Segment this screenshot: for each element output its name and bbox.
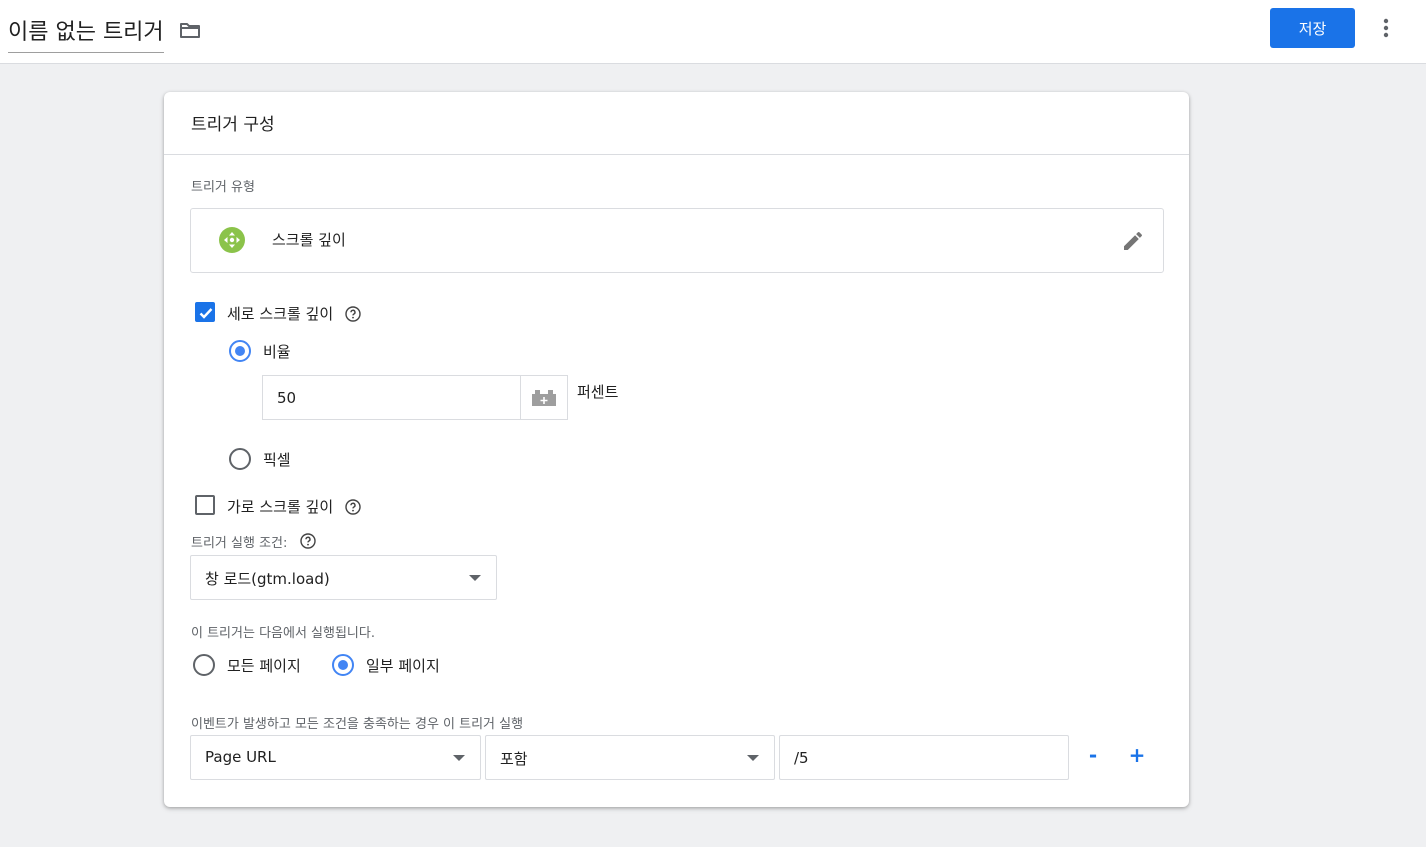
dropdown-caret-icon <box>469 575 481 581</box>
some-pages-radio[interactable] <box>332 654 354 676</box>
help-icon[interactable] <box>345 499 361 515</box>
dropdown-caret-icon <box>453 755 465 761</box>
more-vert-icon[interactable] <box>1374 16 1398 40</box>
condition-variable-value: Page URL <box>205 748 276 766</box>
percent-radio[interactable] <box>229 340 251 362</box>
pixels-radio[interactable] <box>229 448 251 470</box>
fire-on-value: 창 로드(gtm.load) <box>205 570 330 588</box>
fire-on-label: 트리거 실행 조건: <box>191 536 288 551</box>
condition-label: 이벤트가 발생하고 모든 조건을 충족하는 경우 이 트리거 실행 <box>191 717 524 732</box>
insert-variable-button[interactable] <box>521 375 568 420</box>
add-condition-button[interactable]: + <box>1126 744 1148 766</box>
all-pages-radio[interactable] <box>193 654 215 676</box>
fires-on-label: 이 트리거는 다음에서 실행됩니다. <box>191 626 375 641</box>
divider <box>164 154 1189 155</box>
fire-on-select[interactable]: 창 로드(gtm.load) <box>190 555 497 600</box>
all-pages-label: 모든 페이지 <box>227 657 301 675</box>
dropdown-caret-icon <box>747 755 759 761</box>
card-title: 트리거 구성 <box>191 115 275 135</box>
percent-unit-label: 퍼센트 <box>577 383 619 401</box>
horizontal-scroll-label: 가로 스크롤 깊이 <box>227 498 334 516</box>
folder-icon[interactable] <box>178 18 202 42</box>
variable-brick-icon <box>532 390 556 406</box>
trigger-type-selector[interactable]: 스크롤 깊이 <box>190 208 1164 273</box>
top-bar: 이름 없는 트리거 저장 <box>0 0 1426 64</box>
remove-condition-button[interactable]: - <box>1082 744 1104 766</box>
condition-value-input[interactable] <box>779 735 1069 780</box>
trigger-name-field[interactable]: 이름 없는 트리거 <box>8 14 164 53</box>
save-button[interactable]: 저장 <box>1270 8 1355 48</box>
percent-label: 비율 <box>263 343 291 361</box>
edit-pencil-icon[interactable] <box>1121 229 1145 253</box>
condition-variable-select[interactable]: Page URL <box>190 735 481 780</box>
trigger-config-card: 트리거 구성 트리거 유형 스크롤 깊이 세로 스크롤 깊이 비율 50 퍼센트… <box>164 92 1189 807</box>
vertical-scroll-label: 세로 스크롤 깊이 <box>227 305 334 323</box>
some-pages-label: 일부 페이지 <box>366 657 440 675</box>
help-icon[interactable] <box>300 533 316 549</box>
condition-operator-select[interactable]: 포함 <box>485 735 775 780</box>
horizontal-scroll-checkbox[interactable] <box>195 495 215 515</box>
trigger-type-name: 스크롤 깊이 <box>272 231 346 249</box>
condition-operator-value: 포함 <box>500 750 528 768</box>
scroll-depth-icon <box>219 227 245 253</box>
help-icon[interactable] <box>345 306 361 322</box>
pixels-label: 픽셀 <box>263 451 291 469</box>
trigger-type-label: 트리거 유형 <box>191 180 255 195</box>
vertical-scroll-checkbox[interactable] <box>195 302 215 322</box>
percent-value-input[interactable] <box>262 375 521 420</box>
